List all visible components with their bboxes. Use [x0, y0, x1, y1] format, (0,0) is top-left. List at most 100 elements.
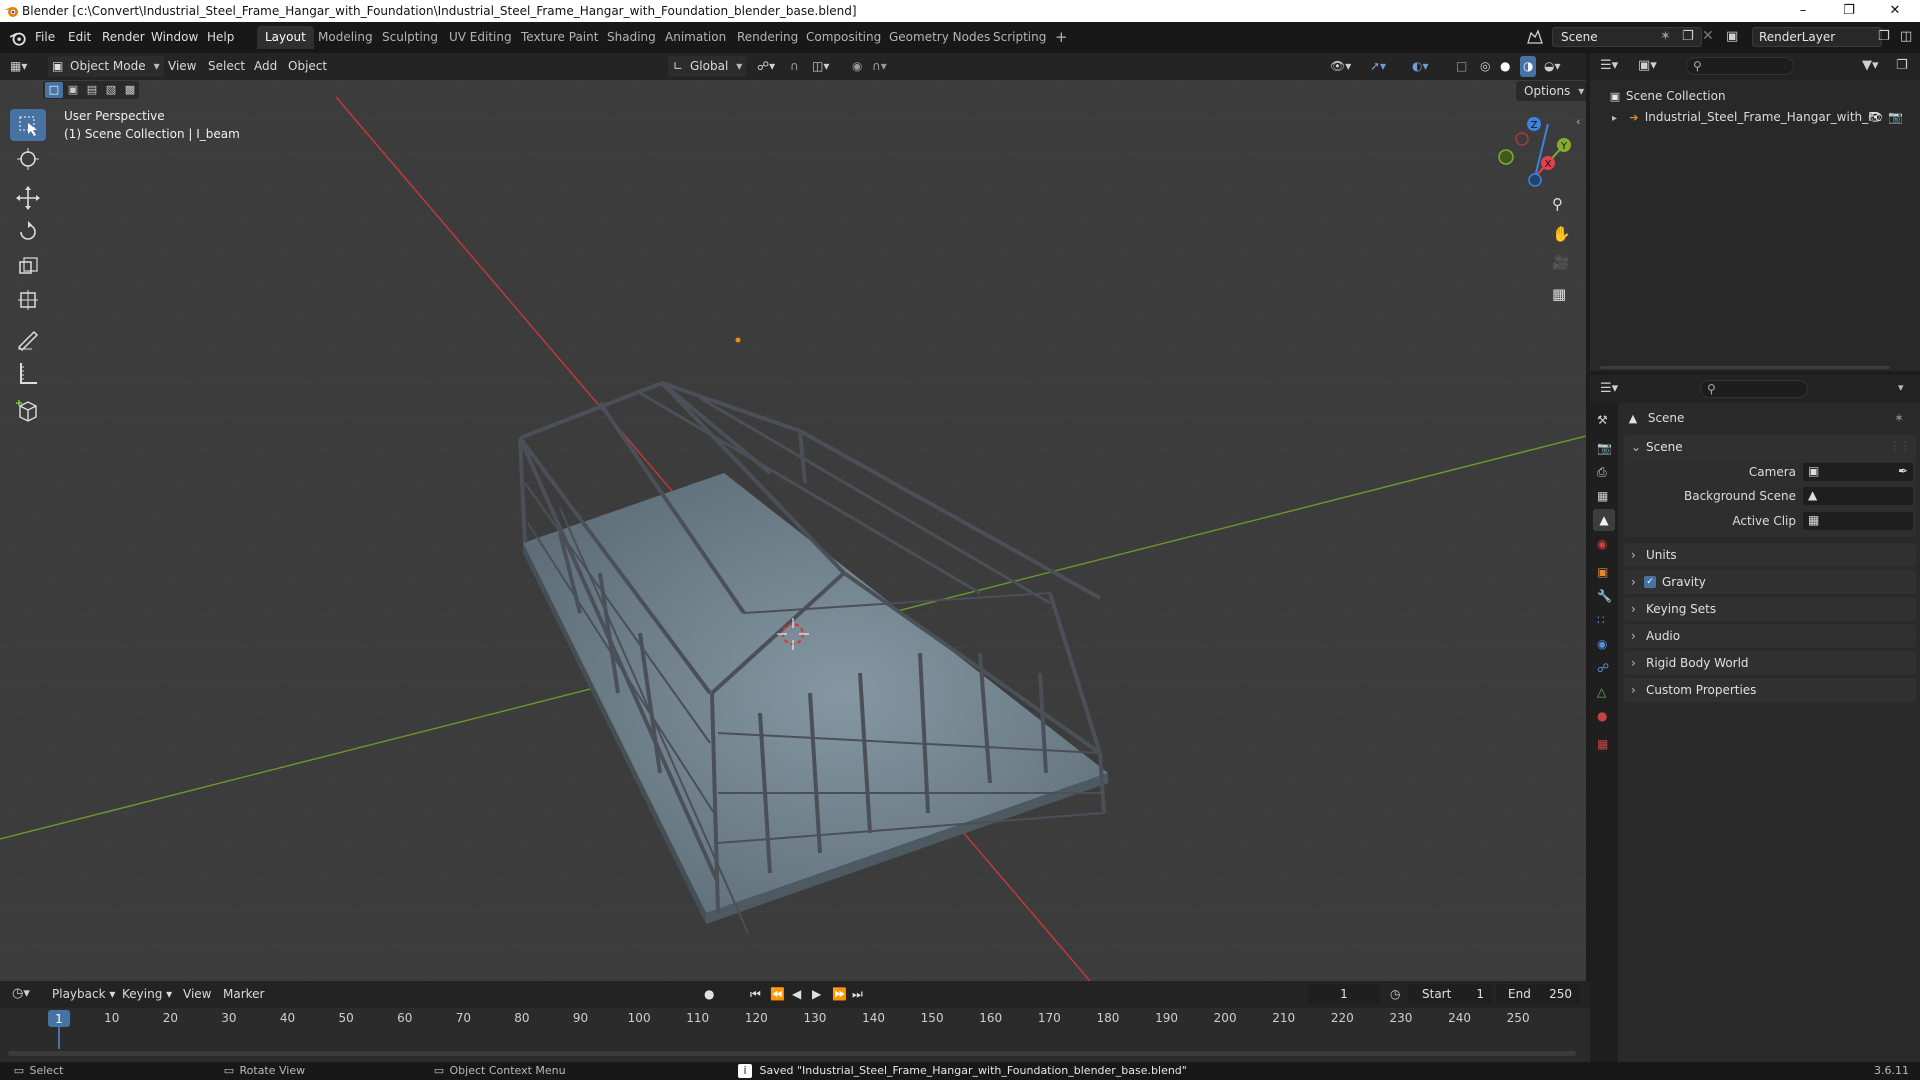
end-frame-field[interactable]: End 250	[1496, 984, 1580, 1004]
tab-sculpting[interactable]: Sculpting	[374, 26, 446, 49]
renderlayer-selector[interactable]: RenderLayer	[1752, 27, 1882, 47]
move-tool[interactable]	[10, 182, 46, 214]
new-scene-icon[interactable]: ❐	[1682, 29, 1694, 44]
outliner-row-scene-collection[interactable]: ▣ Scene Collection	[1608, 85, 1726, 107]
properties-search-input[interactable]: ⚲	[1700, 380, 1808, 398]
menu-file[interactable]: File	[35, 22, 55, 53]
delete-scene-icon[interactable]: ✕	[1702, 28, 1714, 44]
tool-tab-icon[interactable]: ⚒	[1597, 413, 1608, 427]
gravity-checkbox[interactable]: ✓	[1644, 576, 1656, 588]
data-tab-icon[interactable]: △	[1597, 685, 1606, 699]
viewport-menu-select[interactable]: Select	[208, 56, 245, 77]
menu-render[interactable]: Render	[102, 22, 145, 53]
panel-gravity-header[interactable]: › ✓ Gravity	[1624, 570, 1916, 594]
select-invert-icon[interactable]: ▧	[102, 82, 120, 98]
physics-tab-icon[interactable]: ◉	[1597, 637, 1607, 651]
viewport-menu-view[interactable]: View	[168, 56, 196, 77]
active-clip-field[interactable]: ▦	[1802, 511, 1914, 531]
modifier-tab-icon[interactable]: 🔧	[1597, 589, 1612, 603]
menu-window[interactable]: Window	[151, 22, 198, 53]
tab-rendering[interactable]: Rendering	[729, 26, 806, 49]
select-box-tool[interactable]	[10, 109, 46, 141]
menu-edit[interactable]: Edit	[68, 22, 91, 53]
render-tab-icon[interactable]: 📷	[1597, 441, 1612, 455]
preview-range-icon[interactable]: ◷	[1390, 984, 1400, 1005]
auto-keying-icon[interactable]: ●	[704, 984, 714, 1005]
zoom-icon[interactable]: ⚲	[1552, 195, 1563, 213]
panel-scene-header[interactable]: ⌄ Scene ⋮⋮	[1624, 435, 1916, 459]
world-tab-icon[interactable]: ◉	[1597, 537, 1607, 551]
next-keyframe-icon[interactable]: ⏩	[832, 984, 847, 1005]
add-cube-tool[interactable]	[10, 395, 46, 427]
scale-tool[interactable]	[10, 250, 46, 282]
gizmo-neg-z-axis[interactable]	[1528, 173, 1542, 187]
particles-tab-icon[interactable]: ∷	[1597, 613, 1605, 627]
options-dropdown[interactable]: Options ▾	[1516, 81, 1586, 101]
maximize-button[interactable]: ❐	[1826, 1, 1872, 21]
proportional-edit-icon[interactable]: ◉	[852, 56, 862, 77]
editor-type-icon[interactable]: ▦▾	[10, 56, 27, 77]
new-collection-icon[interactable]: ❐	[1896, 58, 1908, 73]
view-layer-tab-icon[interactable]: ▦	[1597, 489, 1608, 503]
transform-tool[interactable]	[10, 284, 46, 316]
chevron-down-icon[interactable]: ▾	[1898, 381, 1904, 394]
output-tab-icon[interactable]: ⎙	[1597, 465, 1607, 480]
mode-dropdown[interactable]: ▣ Object Mode ▾	[48, 56, 164, 77]
tab-layout[interactable]: Layout	[257, 26, 314, 49]
timeline-menu-view[interactable]: View	[183, 984, 211, 1005]
panel-units-header[interactable]: › Units	[1624, 543, 1916, 567]
tab-texture-paint[interactable]: Texture Paint	[513, 26, 606, 49]
renderlayer-icon[interactable]: ▣	[1726, 29, 1738, 44]
background-scene-field[interactable]: ▲	[1802, 486, 1914, 506]
tab-compositing[interactable]: Compositing	[798, 26, 889, 49]
viewport-menu-add[interactable]: Add	[254, 56, 277, 77]
outliner-row-hangar[interactable]: ▸ ➔ Industrial_Steel_Frame_Hangar_with_F…	[1612, 106, 1918, 128]
select-new-icon[interactable]: □	[45, 82, 63, 98]
play-icon[interactable]: ▶	[812, 984, 821, 1005]
minimize-button[interactable]: –	[1780, 1, 1826, 21]
panel-rigid-body-world-header[interactable]: › Rigid Body World	[1624, 651, 1916, 675]
pin-icon[interactable]: ✶	[1894, 407, 1904, 429]
play-reverse-icon[interactable]: ◀	[792, 984, 801, 1005]
outliner-scrollbar[interactable]	[1600, 366, 1890, 369]
timeline-scrollbar[interactable]	[8, 1051, 1576, 1056]
perspective-toggle-icon[interactable]: ▦	[1552, 285, 1566, 303]
tab-geometry-nodes[interactable]: Geometry Nodes	[881, 26, 998, 49]
blender-menu-icon[interactable]	[9, 29, 27, 47]
tab-modeling[interactable]: Modeling	[310, 26, 381, 49]
gizmo-neg-y-axis[interactable]	[1498, 149, 1514, 165]
select-subtract-icon[interactable]: ▤	[83, 82, 101, 98]
select-intersect-icon[interactable]: ▩	[121, 82, 139, 98]
wireframe-shading-icon[interactable]: ◎	[1480, 56, 1490, 77]
3d-viewport[interactable]: Z Y X ▦▾ ▣ Object Mode ▾ View Select Add…	[0, 53, 1586, 981]
pin-icon[interactable]: ✶	[1660, 29, 1671, 44]
pivot-point-icon[interactable]: ☍▾	[757, 56, 775, 77]
panel-custom-properties-header[interactable]: › Custom Properties	[1624, 678, 1916, 702]
eyedropper-icon[interactable]: ✒	[1898, 464, 1908, 478]
snap-target-icon[interactable]: ◫▾	[812, 56, 829, 77]
transform-orientation-dropdown[interactable]: ∟ Global ▾	[668, 56, 747, 77]
constraints-tab-icon[interactable]: ☍	[1597, 661, 1609, 675]
drag-handle-icon[interactable]: ⋮⋮	[1890, 435, 1910, 459]
timeline-menu-marker[interactable]: Marker	[223, 984, 264, 1005]
visibility-eye-icon[interactable]: 👁	[1868, 106, 1883, 128]
tab-animation[interactable]: Animation	[657, 26, 734, 49]
tab-shading[interactable]: Shading	[599, 26, 664, 49]
measure-tool[interactable]	[10, 357, 46, 389]
timeline-menu-playback[interactable]: Playback ▾	[52, 984, 115, 1005]
pan-hand-icon[interactable]: ✋	[1552, 225, 1571, 243]
start-frame-field[interactable]: Start 1	[1408, 984, 1492, 1004]
display-mode-icon[interactable]: ▣▾	[1638, 58, 1657, 73]
expand-arrow-icon[interactable]: ▸	[1612, 113, 1617, 124]
filter-icon[interactable]: ▼▾	[1862, 58, 1879, 73]
current-frame-field[interactable]: 1	[1308, 984, 1380, 1004]
new-renderlayer-icon[interactable]: ❐	[1878, 29, 1890, 44]
viewport-menu-object[interactable]: Object	[288, 56, 327, 77]
tab-scripting[interactable]: Scripting	[985, 26, 1054, 49]
camera-view-icon[interactable]: 🎥	[1552, 255, 1569, 271]
scene-selector[interactable]: Scene	[1552, 27, 1702, 47]
timeline-menu-keying[interactable]: Keying ▾	[122, 984, 172, 1005]
close-button[interactable]: ✕	[1872, 1, 1918, 21]
snap-icon[interactable]: ∩	[790, 56, 799, 77]
properties-editor-type-icon[interactable]: ☰▾	[1600, 381, 1618, 396]
